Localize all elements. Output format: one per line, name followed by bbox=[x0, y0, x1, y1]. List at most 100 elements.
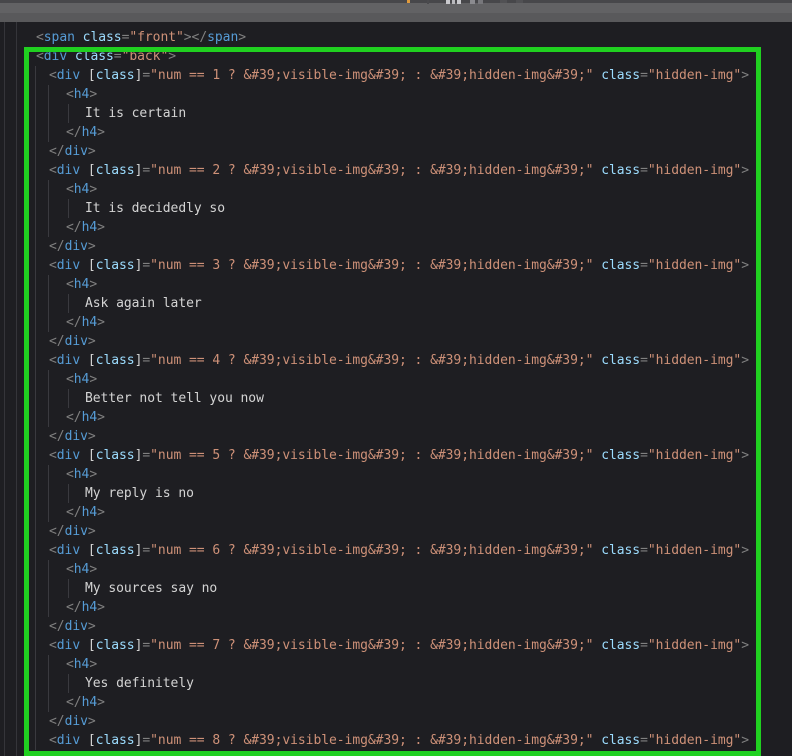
code-line[interactable]: </div> bbox=[0, 427, 792, 446]
indent-guide bbox=[48, 579, 49, 598]
code-line[interactable]: </div> bbox=[0, 617, 792, 636]
code-token: class bbox=[96, 68, 135, 83]
code-token: </ bbox=[49, 334, 65, 349]
code-line[interactable]: <div [class]="num == 8 ? &#39;visible-im… bbox=[0, 731, 792, 750]
code-token: "hidden-img" bbox=[648, 543, 741, 558]
code-token: < bbox=[49, 638, 57, 653]
code-token: </ bbox=[66, 220, 82, 235]
code-token: class bbox=[96, 638, 135, 653]
indent-guide bbox=[48, 655, 49, 674]
code-line[interactable]: <h4> bbox=[0, 180, 792, 199]
indent-guide bbox=[35, 389, 36, 408]
code-token: < bbox=[66, 467, 74, 482]
code-token: div bbox=[44, 49, 67, 64]
code-token: < bbox=[66, 277, 74, 292]
code-token: < bbox=[66, 372, 74, 387]
code-line[interactable]: </div> bbox=[0, 712, 792, 731]
code-editor[interactable]: <span class="front"></span><div class="b… bbox=[0, 22, 792, 756]
code-line[interactable]: <div class="back"> bbox=[0, 47, 792, 66]
code-line[interactable]: It is certain bbox=[0, 104, 792, 123]
code-line[interactable]: </h4> bbox=[0, 503, 792, 522]
code-token: class bbox=[601, 543, 640, 558]
code-line[interactable]: <div [class]="num == 6 ? &#39;visible-im… bbox=[0, 541, 792, 560]
code-line[interactable]: </div> bbox=[0, 142, 792, 161]
code-token: [ bbox=[88, 163, 96, 178]
indent-guide bbox=[35, 712, 36, 731]
code-token: It is certain bbox=[85, 106, 186, 121]
code-token: "hidden-img" bbox=[648, 68, 741, 83]
code-line[interactable]: It is decidedly so bbox=[0, 199, 792, 218]
code-token: </ bbox=[49, 714, 65, 729]
indent-guide bbox=[35, 484, 36, 503]
code-lines-container: <span class="front"></span><div class="b… bbox=[0, 28, 792, 750]
code-line[interactable]: </div> bbox=[0, 237, 792, 256]
code-line[interactable]: <div [class]="num == 3 ? &#39;visible-im… bbox=[0, 256, 792, 275]
indent-guide bbox=[48, 275, 49, 294]
code-token bbox=[80, 353, 88, 368]
code-token: div bbox=[65, 524, 88, 539]
code-token: > bbox=[89, 87, 97, 102]
indent-guide bbox=[48, 389, 49, 408]
code-token: > bbox=[88, 144, 96, 159]
code-line[interactable]: <h4> bbox=[0, 465, 792, 484]
code-token: h4 bbox=[74, 467, 90, 482]
code-line[interactable]: </h4> bbox=[0, 123, 792, 142]
code-token: "hidden-img" bbox=[648, 163, 741, 178]
code-line[interactable]: </div> bbox=[0, 522, 792, 541]
indent-guide bbox=[68, 294, 69, 313]
code-line[interactable]: Yes definitely bbox=[0, 674, 792, 693]
indent-guide bbox=[35, 674, 36, 693]
indent-guide bbox=[48, 199, 49, 218]
code-token: </ bbox=[66, 315, 82, 330]
indent-guide bbox=[35, 123, 36, 142]
code-line[interactable]: <h4> bbox=[0, 655, 792, 674]
code-line[interactable]: </h4> bbox=[0, 408, 792, 427]
code-line[interactable]: <h4> bbox=[0, 370, 792, 389]
code-token: > bbox=[89, 372, 97, 387]
code-line[interactable]: <h4> bbox=[0, 85, 792, 104]
code-token: Yes definitely bbox=[85, 676, 194, 691]
code-line[interactable]: <h4> bbox=[0, 275, 792, 294]
code-token: class bbox=[83, 30, 122, 45]
code-line[interactable]: </div> bbox=[0, 332, 792, 351]
dark-icon-fragment bbox=[516, 0, 523, 3]
indent-guide bbox=[48, 370, 49, 389]
code-line[interactable]: </h4> bbox=[0, 218, 792, 237]
code-line[interactable]: </h4> bbox=[0, 313, 792, 332]
code-line[interactable]: <div [class]="num == 7 ? &#39;visible-im… bbox=[0, 636, 792, 655]
dark-separator-fragment bbox=[427, 0, 429, 4]
code-token: span bbox=[207, 30, 238, 45]
code-token: class bbox=[96, 163, 135, 178]
code-line[interactable]: <div [class]="num == 2 ? &#39;visible-im… bbox=[0, 161, 792, 180]
code-line[interactable]: <div [class]="num == 5 ? &#39;visible-im… bbox=[0, 446, 792, 465]
code-line[interactable]: My reply is no bbox=[0, 484, 792, 503]
indent-guide bbox=[35, 617, 36, 636]
code-token: > bbox=[741, 163, 749, 178]
code-line[interactable]: Ask again later bbox=[0, 294, 792, 313]
code-token: > bbox=[97, 505, 105, 520]
code-token: div bbox=[57, 353, 80, 368]
code-token: h4 bbox=[82, 505, 98, 520]
code-token: div bbox=[57, 258, 80, 273]
code-token: "hidden-img" bbox=[648, 733, 741, 748]
indent-guide bbox=[35, 731, 36, 750]
code-token: class bbox=[601, 638, 640, 653]
code-line[interactable]: Better not tell you now bbox=[0, 389, 792, 408]
code-token: "num == 8 ? &#39;visible-img&#39; : &#39… bbox=[150, 733, 593, 748]
indent-guide bbox=[48, 484, 49, 503]
code-token: = bbox=[142, 68, 150, 83]
code-token: div bbox=[57, 68, 80, 83]
code-line[interactable]: <span class="front"></span> bbox=[0, 28, 792, 47]
code-token: = bbox=[114, 49, 122, 64]
code-line[interactable]: </h4> bbox=[0, 693, 792, 712]
code-token: [ bbox=[88, 733, 96, 748]
code-line[interactable]: </h4> bbox=[0, 598, 792, 617]
light-icon-fragment bbox=[446, 0, 450, 4]
code-token: < bbox=[66, 657, 74, 672]
code-line[interactable]: <div [class]="num == 1 ? &#39;visible-im… bbox=[0, 66, 792, 85]
code-line[interactable]: <div [class]="num == 4 ? &#39;visible-im… bbox=[0, 351, 792, 370]
code-line[interactable]: <h4> bbox=[0, 560, 792, 579]
code-token: h4 bbox=[82, 695, 98, 710]
code-token: h4 bbox=[82, 220, 98, 235]
code-line[interactable]: My sources say no bbox=[0, 579, 792, 598]
